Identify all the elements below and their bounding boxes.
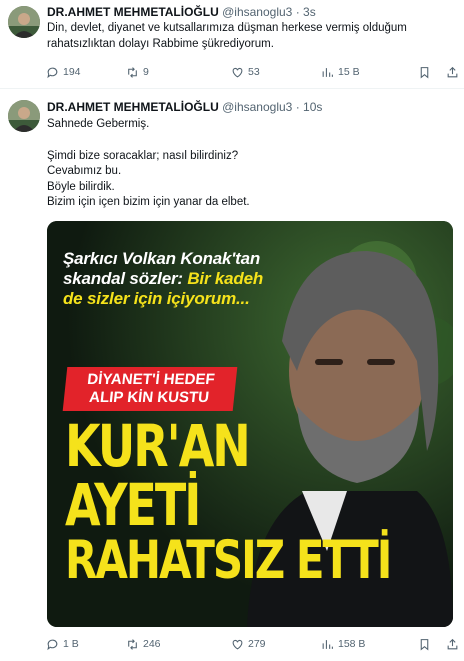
author-handle[interactable]: @ihsanoglu3 [222, 100, 292, 114]
bookmark-button[interactable] [418, 636, 431, 652]
like-count: 53 [248, 66, 260, 78]
tweet-text-line: Bizim için içen bizim için yanar da elbe… [47, 196, 250, 208]
media-red-banner: DİYANET'İ HEDEF ALIP KİN KUSTU [62, 367, 238, 411]
tweet-media-image[interactable]: Şarkıcı Volkan Konak'tan skandal sözler:… [47, 221, 453, 627]
views-button[interactable]: 158 B [321, 636, 365, 652]
retweet-icon [128, 638, 137, 650]
tweet-text-line: Sahnede Gebermiş. [47, 118, 150, 130]
timestamp[interactable]: 3s [303, 5, 316, 19]
separator-dot: · [295, 5, 300, 19]
retweet-button[interactable]: 9 [126, 64, 149, 80]
share-icon [447, 66, 458, 77]
media-headline-3: RAHATSIZ ETTİ [65, 529, 392, 591]
views-count: 15 B [338, 66, 360, 78]
media-headline-2: AYETİ [65, 471, 201, 539]
reply-count: 1 B [63, 638, 79, 650]
like-button[interactable]: 279 [231, 636, 266, 652]
author-handle[interactable]: @ihsanoglu3 [222, 5, 292, 19]
tweet-header: DR.AHMET MEHMETALİOĞLU @ihsanoglu3 · 10s [47, 100, 322, 114]
retweet-count: 9 [143, 66, 149, 78]
like-count: 279 [248, 638, 266, 650]
media-quote: Şarkıcı Volkan Konak'tan skandal sözler:… [63, 249, 283, 309]
tweet-actions: 194 9 53 15 B [46, 64, 458, 80]
share-button[interactable] [446, 636, 459, 652]
tweet-text-line: Din, devlet, diyanet ve kutsallarımıza d… [47, 22, 407, 50]
reply-count: 194 [63, 66, 81, 78]
tweet-text-line: Şimdi bize soracaklar; nasıl bilirdiniz? [47, 149, 239, 162]
heart-icon [232, 639, 243, 649]
views-button[interactable]: 15 B [321, 64, 360, 80]
reply-icon [47, 639, 58, 650]
separator-dot: · [295, 100, 300, 114]
tweet-text: Din, devlet, diyanet ve kutsallarımıza d… [47, 21, 452, 52]
views-chart-icon [322, 67, 333, 77]
tweet-header: DR.AHMET MEHMETALİOĞLU @ihsanoglu3 · 3s [47, 5, 316, 19]
tweet-text-line: Böyle bilirdik. [47, 180, 115, 193]
like-button[interactable]: 53 [231, 64, 260, 80]
timestamp[interactable]: 10s [303, 100, 322, 114]
tweet[interactable]: DR.AHMET MEHMETALİOĞLU @ihsanoglu3 · 3s … [0, 0, 464, 88]
retweet-count: 246 [143, 638, 161, 650]
share-button[interactable] [446, 64, 459, 80]
bookmark-icon [420, 66, 429, 79]
media-headline-1: KUR'AN [65, 412, 251, 480]
bookmark-icon [420, 638, 429, 651]
tweet-actions: 1 B 246 279 158 B [46, 636, 458, 652]
author-name[interactable]: DR.AHMET MEHMETALİOĞLU [47, 100, 219, 114]
reply-icon [47, 67, 58, 78]
author-name[interactable]: DR.AHMET MEHMETALİOĞLU [47, 5, 219, 19]
avatar[interactable] [8, 100, 40, 132]
reply-button[interactable]: 1 B [46, 636, 79, 652]
share-icon [447, 638, 458, 649]
views-chart-icon [322, 639, 333, 649]
retweet-icon [128, 66, 137, 78]
retweet-button[interactable]: 246 [126, 636, 161, 652]
tweet-text-line: Cevabımız bu. [47, 165, 122, 177]
bookmark-button[interactable] [418, 64, 431, 80]
tweet-text: Sahnede Gebermiş. Şimdi bize soracaklar;… [47, 117, 452, 211]
avatar[interactable] [8, 6, 40, 38]
tweet[interactable]: DR.AHMET MEHMETALİOĞLU @ihsanoglu3 · 10s… [0, 90, 464, 661]
views-count: 158 B [338, 638, 366, 650]
divider [0, 88, 464, 89]
heart-icon [232, 67, 243, 77]
reply-button[interactable]: 194 [46, 64, 81, 80]
